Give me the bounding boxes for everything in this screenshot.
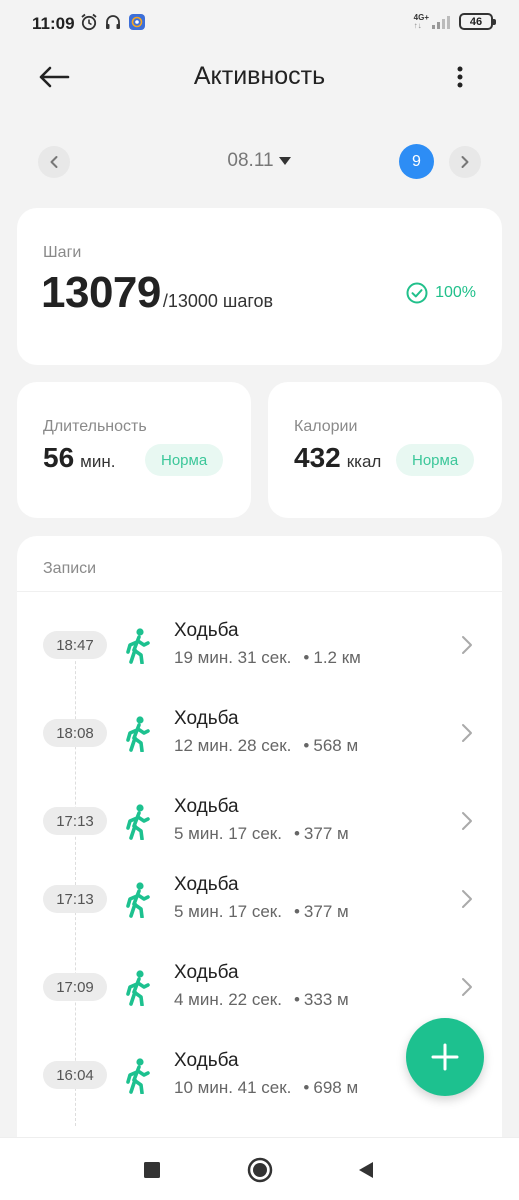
divider: [17, 591, 502, 592]
record-time: 17:13: [43, 885, 107, 913]
record-time: 18:08: [43, 719, 107, 747]
record-details: 5 мин. 17 сек. • 377 м: [174, 824, 349, 843]
status-time: 11:09: [32, 14, 75, 33]
caret-down-icon: [278, 157, 291, 165]
duration-value: 56: [43, 442, 75, 473]
record-item[interactable]: 17:09 Ходьба 4 мин. 22 сек. • 333 м: [17, 952, 502, 1022]
chevron-right-icon: [462, 636, 472, 654]
plus-icon: [431, 1043, 459, 1071]
calories-label: Калории: [294, 418, 358, 435]
steps-progress: 100%: [406, 282, 476, 304]
home-button[interactable]: [246, 1156, 274, 1184]
triangle-back-icon: [359, 1162, 373, 1178]
system-nav-bar: [0, 1137, 519, 1200]
walking-person-icon: [126, 970, 150, 1006]
calories-card[interactable]: Калории 432 ккал Норма: [268, 382, 502, 518]
date-selector[interactable]: 08.11: [0, 150, 519, 172]
steps-card[interactable]: Шаги 13079 /13000 шагов 100%: [17, 208, 502, 365]
record-item[interactable]: 18:08 Ходьба 12 мин. 28 сек. • 568 м: [17, 698, 502, 768]
record-time: 17:09: [43, 973, 107, 1001]
chevron-right-icon: [461, 156, 469, 168]
steps-count: 13079: [41, 268, 161, 317]
walking-person-icon: [126, 804, 150, 840]
next-day-button[interactable]: [449, 146, 481, 178]
selected-date: 08.11: [227, 150, 274, 171]
status-bar: 11:09 4G+ ↑↓ 46: [0, 0, 519, 46]
records-title: Записи: [43, 560, 97, 577]
record-details: 10 мин. 41 сек. • 698 м: [174, 1078, 359, 1097]
circle-home-icon: [247, 1157, 273, 1183]
record-item[interactable]: 17:13 Ходьба 5 мин. 17 сек. • 377 м: [17, 864, 502, 934]
page-title: Активность: [193, 62, 326, 90]
app-header: Активность: [0, 46, 519, 106]
record-type: Ходьба: [174, 962, 239, 983]
date-navigator: 08.11 9: [0, 140, 519, 184]
duration-card[interactable]: Длительность 56 мин. Норма: [17, 382, 251, 518]
record-type: Ходьба: [174, 874, 239, 895]
signal-icon: [432, 15, 450, 29]
record-item[interactable]: 18:47 Ходьба 19 мин. 31 сек. • 1.2 км: [17, 610, 502, 680]
more-vertical-icon: [457, 66, 463, 88]
calories-status-badge: Норма: [396, 444, 475, 476]
record-type: Ходьба: [174, 708, 239, 729]
record-type: Ходьба: [174, 620, 239, 641]
record-details: 19 мин. 31 сек. • 1.2 км: [174, 648, 361, 667]
walking-person-icon: [126, 628, 150, 664]
record-details: 12 мин. 28 сек. • 568 м: [174, 736, 359, 755]
chevron-right-icon: [462, 890, 472, 908]
steps-goal: /13000 шагов: [162, 291, 274, 311]
steps-label: Шаги: [43, 244, 82, 261]
record-type: Ходьба: [174, 796, 239, 817]
duration-status-badge: Норма: [145, 444, 224, 476]
more-options-button[interactable]: [445, 62, 475, 92]
record-details: 4 мин. 22 сек. • 333 м: [174, 990, 349, 1009]
duration-unit: мин.: [80, 452, 116, 471]
record-type: Ходьба: [174, 1050, 239, 1071]
add-record-button[interactable]: [406, 1018, 484, 1096]
chevron-right-icon: [462, 724, 472, 742]
alarm-icon: [81, 13, 97, 31]
duration-label: Длительность: [43, 418, 147, 435]
app-notification-icon: [129, 14, 145, 30]
headphones-icon: [106, 15, 120, 29]
calories-value: 432: [294, 442, 341, 473]
walking-person-icon: [126, 716, 150, 752]
walking-person-icon: [126, 1058, 150, 1094]
record-time: 16:04: [43, 1061, 107, 1089]
network-type: 4G+ ↑↓: [413, 12, 429, 30]
chevron-right-icon: [462, 812, 472, 830]
chevron-right-icon: [462, 978, 472, 996]
walking-person-icon: [126, 882, 150, 918]
recent-apps-button[interactable]: [138, 1156, 166, 1184]
calories-unit: ккал: [346, 452, 382, 471]
record-item[interactable]: 17:13 Ходьба 5 мин. 17 сек. • 377 м: [17, 786, 502, 856]
square-icon: [144, 1162, 160, 1178]
record-time: 18:47: [43, 631, 107, 659]
back-nav-button[interactable]: [352, 1156, 380, 1184]
steps-percent: 100%: [435, 284, 476, 301]
record-details: 5 мин. 17 сек. • 377 м: [174, 902, 349, 921]
check-circle-icon: [406, 282, 428, 304]
record-time: 17:13: [43, 807, 107, 835]
day-badge[interactable]: 9: [399, 144, 434, 179]
battery-icon: 46: [459, 13, 496, 30]
